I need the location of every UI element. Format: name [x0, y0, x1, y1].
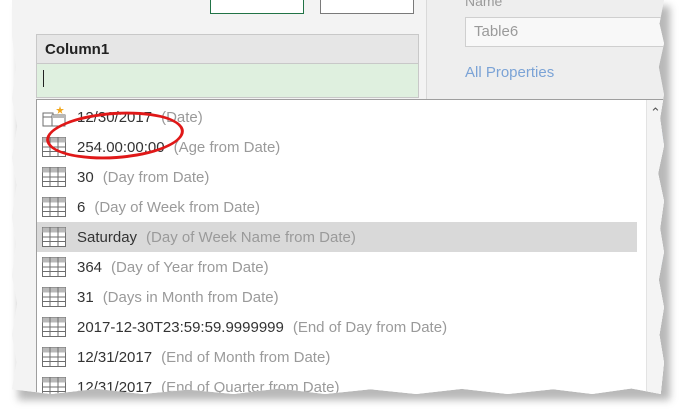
suggestion-hint: (Days in Month from Date) — [102, 288, 279, 306]
suggestion-item[interactable]: 364 (Day of Year from Date) — [37, 252, 637, 282]
suggestion-value: 30 — [77, 168, 94, 186]
scrollbar[interactable]: ⌃ — [646, 100, 664, 394]
suggestion-hint: (Day of Year from Date) — [111, 258, 269, 276]
table-icon — [41, 166, 67, 188]
table-name-input[interactable]: Table6 — [465, 17, 664, 47]
suggestion-item[interactable]: 6 (Day of Week from Date) — [37, 192, 637, 222]
suggestion-item[interactable]: 12/31/2017 (End of Month from Date) — [37, 342, 637, 372]
table-icon — [41, 376, 67, 394]
table-icon — [41, 256, 67, 278]
table-icon — [41, 286, 67, 308]
suggestion-hint: (Day of Week from Date) — [94, 198, 260, 216]
table-icon — [41, 316, 67, 338]
ribbon-button[interactable] — [320, 0, 414, 14]
suggestion-value: 2017-12-30T23:59:59.9999999 — [77, 318, 284, 336]
formula-input[interactable] — [36, 64, 419, 98]
suggestion-hint: (Day from Date) — [102, 168, 210, 186]
suggestion-value: 12/31/2017 — [77, 348, 153, 366]
table-icon — [41, 196, 67, 218]
suggestion-hint: (End of Month from Date) — [161, 348, 331, 366]
all-properties-link[interactable]: All Properties — [465, 64, 554, 81]
text-caret — [43, 70, 44, 87]
suggestion-hint: (Day of Week Name from Date) — [146, 228, 356, 246]
ribbon-button[interactable] — [210, 0, 304, 14]
column-header[interactable]: Column1 — [36, 34, 419, 64]
screenshot-frame: Column1 Name Table6 All Properties 12/30… — [12, 0, 664, 394]
suggestion-value: 6 — [77, 198, 86, 216]
chevron-up-icon[interactable]: ⌃ — [650, 105, 661, 121]
table-icon — [41, 226, 67, 248]
suggestion-hint: (Age from Date) — [173, 138, 281, 156]
suggestion-value: 31 — [77, 288, 94, 306]
suggestion-hint: (End of Day from Date) — [292, 318, 448, 336]
suggestion-value: Saturday — [77, 228, 138, 246]
suggestion-item[interactable]: Saturday (Day of Week Name from Date) — [37, 222, 637, 252]
suggestion-value: 364 — [77, 258, 103, 276]
table-icon — [41, 346, 67, 368]
suggestion-item[interactable]: 2017-12-30T23:59:59.9999999 (End of Day f… — [37, 312, 637, 342]
suggestion-item[interactable]: 31 (Days in Month from Date) — [37, 282, 637, 312]
suggestion-item[interactable]: 30 (Day from Date) — [37, 162, 637, 192]
name-label: Name — [465, 0, 503, 9]
